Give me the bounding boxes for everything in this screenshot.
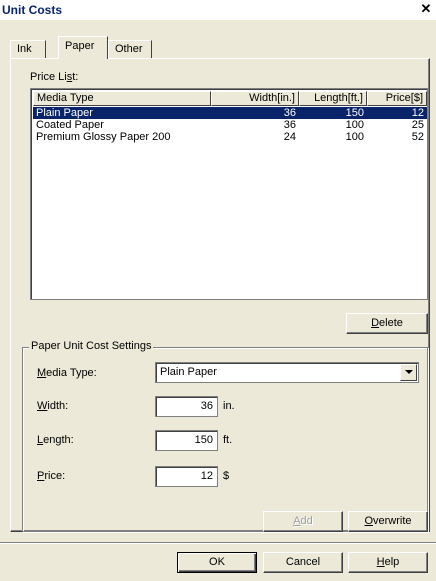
width-label: Width:	[37, 400, 69, 412]
window-title: Unit Costs	[2, 3, 62, 17]
tab-paper-label: Paper	[65, 40, 95, 52]
media-type-label: Media Type:	[37, 367, 97, 379]
group-title: Paper Unit Cost Settings	[29, 340, 154, 352]
length-unit: ft.	[223, 434, 233, 446]
list-item[interactable]: Coated Paper 36 100 25	[33, 119, 427, 131]
cell-media: Premium Glossy Paper 200	[36, 131, 171, 143]
tab-ink-label: Ink	[17, 43, 32, 55]
tab-paper[interactable]: Paper	[58, 36, 108, 59]
cancel-button[interactable]: Cancel	[263, 552, 343, 573]
cell-width: 36	[283, 107, 296, 119]
close-icon[interactable]: ✕	[419, 2, 433, 16]
cell-width: 36	[283, 119, 296, 131]
media-type-value: Plain Paper	[160, 366, 217, 378]
help-button[interactable]: Help	[348, 552, 428, 573]
delete-button[interactable]: Delete	[346, 313, 428, 334]
cell-length: 100	[345, 119, 364, 131]
list-item[interactable]: Plain Paper 36 150 12	[33, 107, 427, 119]
divider	[0, 542, 436, 544]
price-field[interactable]: 12	[155, 466, 218, 487]
overwrite-button[interactable]: Overwrite	[348, 511, 428, 532]
tab-other-label: Other	[115, 43, 143, 55]
list-item[interactable]: Premium Glossy Paper 200 24 100 52	[33, 131, 427, 143]
cell-length: 150	[345, 107, 364, 119]
cell-price: 52	[411, 131, 424, 143]
column-header-length[interactable]: Length[ft.]	[299, 91, 367, 106]
title-bar: Unit Costs ✕	[0, 0, 436, 20]
tab-ink[interactable]: Ink	[10, 40, 46, 58]
length-field[interactable]: 150	[155, 430, 218, 451]
list-header: Media Type Width[in.] Length[ft.] Price[…	[33, 91, 427, 106]
cell-width: 24	[283, 131, 296, 143]
media-type-select[interactable]: Plain Paper	[155, 362, 419, 383]
cell-media: Plain Paper	[36, 107, 93, 119]
price-unit: $	[223, 470, 230, 482]
width-unit: in.	[223, 400, 235, 412]
cell-media: Coated Paper	[36, 119, 104, 131]
cell-price: 12	[411, 107, 424, 119]
column-header-price[interactable]: Price[$]	[367, 91, 427, 106]
cell-length: 100	[345, 131, 364, 143]
column-header-width[interactable]: Width[in.]	[211, 91, 299, 106]
price-list-label: Price List:	[30, 71, 79, 83]
chevron-down-icon[interactable]	[400, 364, 417, 381]
add-button[interactable]: Add	[263, 511, 343, 532]
length-label: Length:	[37, 434, 74, 446]
column-header-media-type[interactable]: Media Type	[33, 91, 211, 106]
cell-price: 25	[411, 119, 424, 131]
width-field[interactable]: 36	[155, 396, 218, 417]
price-label: Price:	[37, 470, 66, 482]
ok-button[interactable]: OK	[177, 552, 257, 573]
tab-other[interactable]: Other	[108, 40, 152, 58]
price-list[interactable]: Media Type Width[in.] Length[ft.] Price[…	[30, 88, 428, 300]
